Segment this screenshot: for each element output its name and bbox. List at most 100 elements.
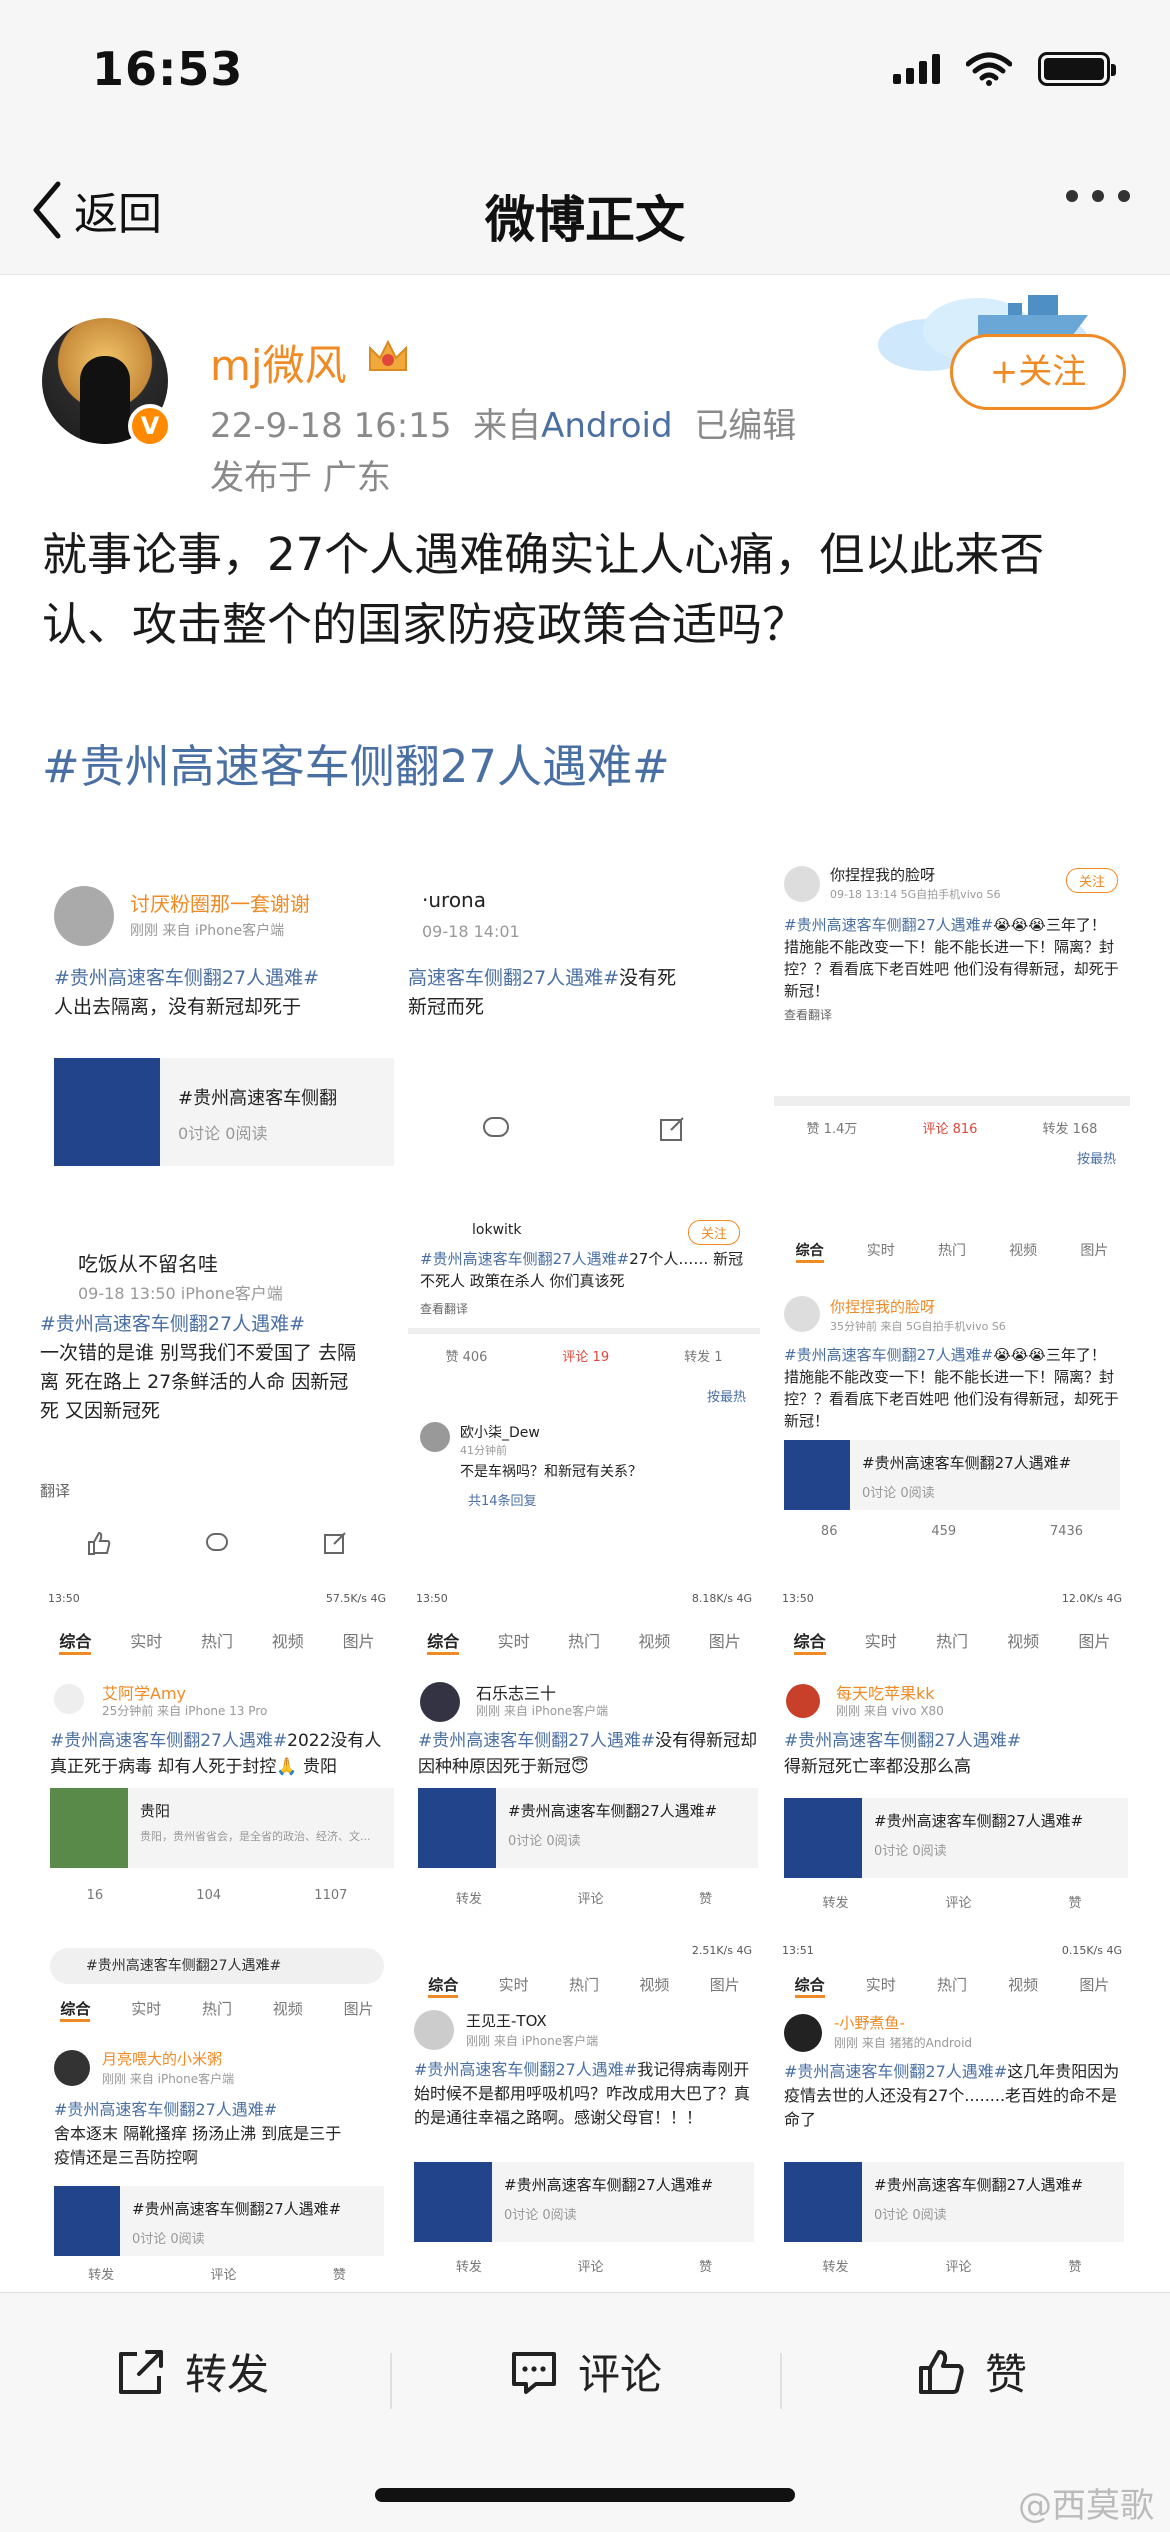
tile-reposts: 16 <box>86 1888 104 1903</box>
tile-topic-card: #贵州高速客车侧翻27人遇难# 0讨论 0阅读 <box>784 1798 1128 1878</box>
tile-comments: 评论 <box>945 1896 972 1911</box>
follow-button[interactable]: +关注 <box>950 334 1126 410</box>
collage-tile-11: 2.51K/s 4G 综合 实时 热门 视频 图片 王见王-TOX 刚刚 来自 … <box>408 1940 760 2280</box>
tile-avatar <box>784 1296 820 1332</box>
back-button[interactable]: 返回 <box>30 178 162 242</box>
tile-status-time: 13:51 <box>782 1944 814 1957</box>
tab-video: 视频 <box>271 1632 304 1651</box>
tab-general: 综合 <box>794 1974 825 1998</box>
tile-avatar <box>784 866 820 902</box>
page-title: 微博正文 <box>485 191 685 249</box>
tile-counts: 赞 406 评论 19 转发 1 <box>408 1346 760 1365</box>
collage-tile-10: #贵州高速客车侧翻27人遇难# 综合 实时 热门 视频 图片 月亮喂大的小米粥 … <box>40 1940 394 2280</box>
like-button[interactable]: 赞 <box>915 2341 1027 2402</box>
share-icon <box>324 1532 346 1554</box>
home-indicator[interactable] <box>375 2488 795 2502</box>
watermark: @西莫歌 <box>1018 2486 1154 2526</box>
tile-status-net: 0.15K/s 4G <box>1061 1944 1122 1957</box>
tab-hot: 热门 <box>568 1976 599 1994</box>
tile-likes: 赞 <box>1068 1896 1082 1911</box>
author-name[interactable]: mj微风 <box>210 332 347 393</box>
tile-comments: 104 <box>196 1888 222 1903</box>
tile-actions: 转发 评论 赞 <box>40 2264 394 2280</box>
tile-comments: 评论 816 <box>922 1122 978 1137</box>
repost-button[interactable]: 转发 <box>115 2341 269 2402</box>
tile-topic: #贵州高速客车侧翻27人遇难# <box>784 2062 1008 2081</box>
tile-status-time: 13:50 <box>48 1592 80 1605</box>
card-title: #贵州高速客车侧翻27人遇难# <box>874 2176 1084 2194</box>
share-icon <box>660 1117 684 1141</box>
tile-text: #贵州高速客车侧翻27人遇难#😭😭😭三年了！措施能不能改变一下！能不能长进一下！… <box>784 914 1120 1002</box>
tab-general: 综合 <box>60 1998 91 2022</box>
tile-text: #贵州高速客车侧翻27人遇难# 得新冠死亡率都没那么高 <box>784 1728 1124 1780</box>
comment-button[interactable]: 评论 <box>508 2341 662 2402</box>
status-icons <box>893 52 1116 86</box>
post-topic-link[interactable]: #贵州高速客车侧翻27人遇难# <box>42 730 670 795</box>
tile-text: 高速客车侧翻27人遇难#没有死 新冠而死 <box>408 964 760 1022</box>
card-thumbnail <box>50 1788 128 1868</box>
card-thumbnail <box>784 1440 850 1510</box>
tile-body-2: 新冠而死 <box>408 996 485 1018</box>
tile-comment-text: 不是车祸吗？和新冠有关系？ <box>460 1464 642 1480</box>
tile-avatar <box>54 2050 90 2086</box>
collage-tile-2: ·urona 09-18 14:01 高速客车侧翻27人遇难#没有死 新冠而死 <box>408 846 760 1206</box>
tile-actions: 转发 评论 赞 <box>774 2256 1130 2275</box>
tile-username: 讨厌粉圈那一套谢谢 <box>130 892 310 916</box>
tile-actions <box>408 1114 760 1144</box>
chevron-left-icon <box>33 181 61 239</box>
tile-actions <box>40 1530 394 1556</box>
tile-body: 得新冠死亡率都没那么高 <box>784 1757 971 1777</box>
comment-label: 评论 <box>578 2350 663 2399</box>
more-options-icon[interactable] <box>1066 190 1130 202</box>
tile-follow-button: 关注 <box>687 1220 740 1245</box>
tile-text: #贵州高速客车侧翻27人遇难#我记得病毒刚开始时候不是都用呼吸机吗？咋改成用大巴… <box>414 2058 754 2130</box>
tile-avatar <box>414 2010 454 2050</box>
tile-comment-author: 欧小柒_Dew <box>460 1425 540 1441</box>
tile-comments: 评论 <box>577 2260 604 2275</box>
tab-general: 综合 <box>428 1974 459 1998</box>
tile-tabs: 综合 实时 热门 视频 图片 <box>408 1628 760 1655</box>
tile-counts: 16 104 1107 <box>40 1888 394 1903</box>
post-source: Android <box>541 406 673 446</box>
tile-avatar <box>420 1682 460 1722</box>
status-bar: 16:53 <box>0 0 1170 150</box>
tile-likes: 赞 <box>699 1892 713 1907</box>
card-thumbnail <box>414 2162 492 2242</box>
tile-sort: 按最热 <box>1076 1152 1116 1167</box>
tab-realtime: 实时 <box>866 1243 895 1259</box>
comment-icon <box>206 1533 228 1551</box>
tile-tabs: 综合 实时 热门 视频 图片 <box>40 1628 394 1655</box>
tile-status-time: 13:50 <box>416 1592 448 1605</box>
tile-meta: 刚刚 来自 iPhone客户端 <box>466 2034 599 2048</box>
tile-comments: 评论 <box>945 2260 972 2275</box>
card-stat: 0讨论 0阅读 <box>504 2208 577 2223</box>
tile-meta: 09-18 14:01 <box>422 922 520 941</box>
tile-topic: #贵州高速客车侧翻27人遇难# <box>40 1313 306 1335</box>
tile-actions: 转发 评论 赞 <box>408 1888 760 1907</box>
tile-status-net: 12.0K/s 4G <box>1061 1592 1122 1605</box>
tile-statusbar: 13:50 57.5K/s 4G <box>40 1588 394 1610</box>
edited-label: 已编辑 <box>694 406 797 446</box>
tile-likes: 赞 <box>332 2268 346 2280</box>
like-label: 赞 <box>985 2350 1028 2399</box>
tile-text: #贵州高速客车侧翻27人遇难#2022没有人真正死于病毒 却有人死于封控🙏 贵阳 <box>50 1728 394 1780</box>
card-stat: 0讨论 0阅读 <box>862 1486 935 1501</box>
tab-images: 图片 <box>343 2000 374 2018</box>
tile-likes: 7436 <box>1049 1524 1084 1539</box>
tile-statusbar: 13:50 8.18K/s 4G <box>408 1588 760 1610</box>
card-thumbnail <box>54 2186 120 2256</box>
tab-video: 视频 <box>1009 1243 1038 1259</box>
tile-status-net: 2.51K/s 4G <box>691 1944 752 1957</box>
collage-tile-7: 13:50 57.5K/s 4G 综合 实时 热门 视频 图片 艾阿学Amy 25… <box>40 1588 394 1928</box>
collage-tile-12: 13:51 0.15K/s 4G 综合 实时 热门 视频 图片 -小野煮鱼- 刚刚… <box>774 1940 1130 2280</box>
screenshot-collage[interactable]: 讨厌粉圈那一套谢谢 刚刚 来自 iPhone客户端 #贵州高速客车侧翻27人遇难… <box>40 846 1130 2291</box>
tile-likes: 赞 406 <box>445 1350 488 1365</box>
like-icon <box>88 1531 111 1555</box>
tab-hot: 热门 <box>200 1632 233 1651</box>
tile-reposts: 转发 168 <box>1042 1122 1098 1137</box>
tile-text: #贵州高速客车侧翻27人遇难#😭😭😭三年了！措施能不能改变一下！能不能长进一下！… <box>784 1344 1120 1432</box>
tab-video: 视频 <box>638 1632 671 1651</box>
tile-status-time: 13:50 <box>782 1592 814 1605</box>
tile-text: #贵州高速客车侧翻27人遇难#27个人…… 新冠不死人 政策在杀人 你们真该死 <box>420 1248 750 1292</box>
tab-images: 图片 <box>709 1976 740 1994</box>
